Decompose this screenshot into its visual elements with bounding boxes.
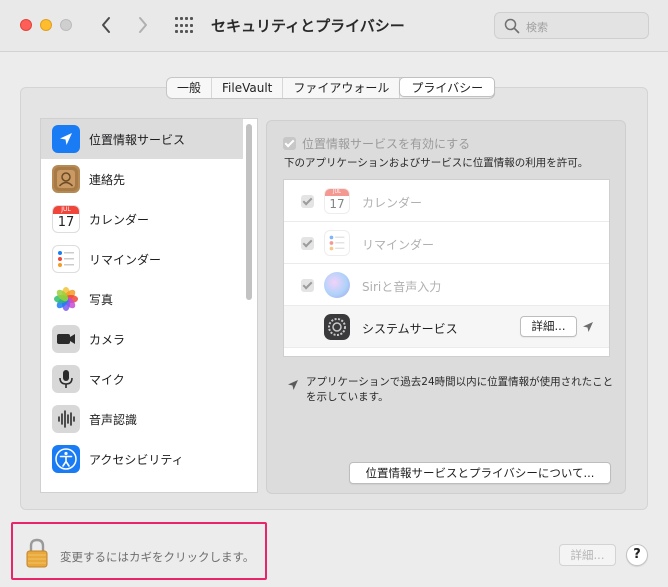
microphone-icon: [52, 365, 80, 393]
list-item-calendar[interactable]: JUL 17 カレンダー: [284, 180, 609, 222]
sidebar-item-location-services[interactable]: 位置情報サービス: [41, 119, 243, 159]
app-name: リマインダー: [362, 238, 435, 252]
window-title: セキュリティとプライバシー: [211, 17, 405, 35]
list-item-system-services[interactable]: システムサービス 詳細...: [284, 306, 609, 348]
sidebar-item-camera[interactable]: カメラ: [41, 319, 243, 359]
show-all-grid-icon[interactable]: [175, 17, 193, 35]
siri-checkbox[interactable]: [301, 279, 314, 292]
title-bar: セキュリティとプライバシー 検索: [0, 0, 668, 52]
app-name: Siriと音声入力: [362, 280, 442, 294]
siri-icon: [324, 272, 350, 298]
location-arrow-icon: [288, 380, 298, 390]
location-arrow-icon: [583, 322, 593, 332]
sidebar-scrollbar[interactable]: [243, 121, 255, 493]
tab-filevault[interactable]: FileVault: [212, 78, 284, 98]
scrollbar-thumb[interactable]: [246, 124, 252, 300]
system-services-icon: [324, 314, 350, 340]
enable-location-row[interactable]: 位置情報サービスを有効にする: [283, 135, 470, 152]
tab-general[interactable]: 一般: [167, 78, 213, 98]
system-services-detail-button[interactable]: 詳細...: [520, 316, 577, 337]
tab-bar: 一般 FileVault ファイアウォール プライバシー: [166, 77, 496, 99]
calendar-icon: JUL 17: [324, 188, 350, 214]
camera-icon: [52, 325, 80, 353]
sidebar-item-speech-recognition[interactable]: 音声認識: [41, 399, 243, 439]
privacy-sidebar: 位置情報サービス 連絡先 JUL 17 カレンダー リマインダー 写真 カメラ …: [40, 118, 258, 493]
reminders-icon: [52, 245, 80, 273]
back-button[interactable]: [96, 13, 116, 37]
sidebar-item-label: 写真: [89, 292, 114, 307]
app-name: システムサービス: [362, 322, 458, 336]
tab-firewall[interactable]: ファイアウォール: [283, 78, 401, 98]
accessibility-icon: [52, 445, 80, 473]
lock-text: 変更するにはカギをクリックします。: [60, 550, 255, 564]
sidebar-item-photos[interactable]: 写真: [41, 279, 243, 319]
help-button[interactable]: ?: [626, 544, 648, 566]
sidebar-item-reminders[interactable]: リマインダー: [41, 239, 243, 279]
enable-location-label: 位置情報サービスを有効にする: [302, 137, 471, 151]
zoom-button[interactable]: [60, 19, 72, 31]
contacts-icon: [52, 165, 80, 193]
reminders-icon: [324, 230, 350, 256]
sidebar-item-label: 連絡先: [89, 172, 126, 187]
calendar-checkbox[interactable]: [301, 195, 314, 208]
waveform-icon: [52, 405, 80, 433]
enable-location-checkbox[interactable]: [283, 137, 296, 150]
calendar-icon: JUL 17: [52, 205, 80, 233]
chevron-right-icon: [139, 17, 147, 33]
close-button[interactable]: [20, 19, 32, 31]
allow-description: 下のアプリケーションおよびサービスに位置情報の利用を許可。: [284, 157, 589, 169]
sidebar-item-microphone[interactable]: マイク: [41, 359, 243, 399]
sidebar-item-calendar[interactable]: JUL 17 カレンダー: [41, 199, 243, 239]
sidebar-item-accessibility[interactable]: アクセシビリティ: [41, 439, 243, 479]
sidebar-item-label: カレンダー: [89, 212, 150, 227]
sidebar-item-label: リマインダー: [89, 252, 162, 267]
location-note-text: アプリケーションで過去24時間以内に位置情報が使用されたことを示しています。: [306, 376, 614, 403]
search-placeholder: 検索: [526, 21, 548, 34]
search-icon: [504, 18, 520, 34]
sidebar-item-label: 音声認識: [89, 412, 138, 427]
lock-highlight[interactable]: 変更するにはカギをクリックします。: [11, 522, 267, 580]
minimize-button[interactable]: [40, 19, 52, 31]
bottom-detail-button[interactable]: 詳細...: [559, 544, 616, 566]
forward-button[interactable]: [133, 13, 153, 37]
about-location-privacy-button[interactable]: 位置情報サービスとプライバシーについて...: [349, 462, 611, 484]
list-item-reminders[interactable]: リマインダー: [284, 222, 609, 264]
search-field[interactable]: 検索: [494, 12, 649, 39]
list-item-siri[interactable]: Siriと音声入力: [284, 264, 609, 306]
sidebar-item-label: 位置情報サービス: [89, 132, 186, 147]
tab-privacy[interactable]: プライバシー: [399, 77, 496, 97]
sidebar-item-label: アクセシビリティ: [89, 452, 184, 467]
sidebar-item-label: マイク: [89, 372, 125, 387]
location-app-list: JUL 17 カレンダー リマインダー Siriと音声入力 システムサービス 詳…: [283, 179, 610, 357]
photos-icon: [52, 285, 80, 313]
app-name: カレンダー: [362, 196, 423, 210]
location-arrow-icon: [52, 125, 80, 153]
chevron-left-icon: [102, 17, 110, 33]
sidebar-item-contacts[interactable]: 連絡先: [41, 159, 243, 199]
reminders-checkbox[interactable]: [301, 237, 314, 250]
lock-icon[interactable]: [26, 538, 48, 568]
sidebar-item-label: カメラ: [89, 332, 126, 347]
